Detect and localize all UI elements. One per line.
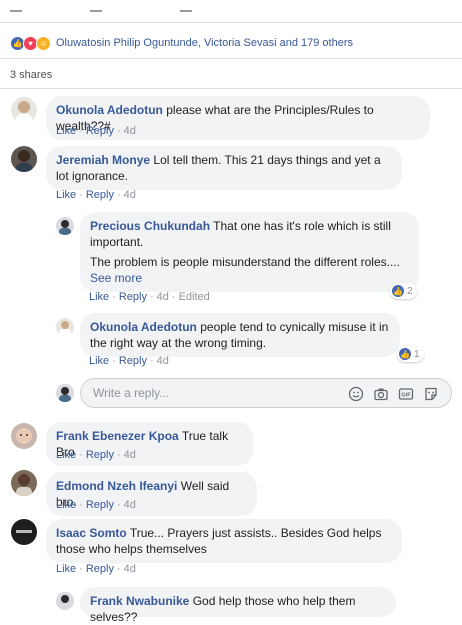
like-link[interactable]: Like <box>56 499 76 511</box>
avatar[interactable] <box>56 592 74 610</box>
commenter-name[interactable]: Jeremiah Monye <box>56 153 150 167</box>
comment-bubble: Isaac Somto True... Prayers just assists… <box>46 519 402 563</box>
share-action-icon[interactable] <box>180 2 192 12</box>
comment-time[interactable]: 4d <box>124 449 136 461</box>
reply-link[interactable]: Reply <box>119 355 147 367</box>
comment-time[interactable]: 4d <box>124 499 136 511</box>
reaction-count: 1 <box>414 348 420 360</box>
avatar[interactable] <box>56 217 74 235</box>
comment-actions: Like · Reply · 4d <box>56 449 136 461</box>
reaction-count: 2 <box>407 285 413 297</box>
comment-time[interactable]: 4d <box>157 291 169 303</box>
reply-composer[interactable]: GIF <box>80 378 452 408</box>
commenter-name[interactable]: Precious Chukundah <box>90 219 210 233</box>
gif-icon[interactable]: GIF <box>398 386 414 402</box>
like-link[interactable]: Like <box>89 291 109 303</box>
comment-bubble: Okunola Adedotun people tend to cynicall… <box>80 313 400 357</box>
like-link[interactable]: Like <box>56 125 76 137</box>
like-link[interactable]: Like <box>56 449 76 461</box>
like-icon: 👍 <box>399 348 411 360</box>
reactors-names[interactable]: Oluwatosin Philip Oguntunde, Victoria Se… <box>56 37 353 49</box>
comment-action-icon[interactable] <box>90 2 102 12</box>
edited-label[interactable]: Edited <box>179 291 210 303</box>
like-link[interactable]: Like <box>56 563 76 575</box>
like-icon: 👍 <box>392 285 404 297</box>
comment-time[interactable]: 4d <box>157 355 169 367</box>
reply-input[interactable] <box>91 385 335 401</box>
avatar[interactable] <box>11 519 37 545</box>
svg-text:GIF: GIF <box>401 393 411 399</box>
reply-link[interactable]: Reply <box>86 499 114 511</box>
divider <box>0 58 462 59</box>
comment-actions: Like · Reply · 4d <box>56 189 136 201</box>
comment-actions: Like · Reply · 4d · Edited <box>89 291 210 303</box>
avatar[interactable] <box>56 318 74 336</box>
commenter-name[interactable]: Okunola Adedotun <box>56 103 163 117</box>
comment-bubble: Jeremiah Monye Lol tell them. This 21 da… <box>46 146 402 190</box>
comment-time[interactable]: 4d <box>124 563 136 575</box>
comment-bubble: Precious Chukundah That one has it's rol… <box>80 212 419 292</box>
commenter-name[interactable]: Okunola Adedotun <box>90 320 197 334</box>
comment-actions: Like · Reply · 4d <box>56 563 136 575</box>
see-more-link[interactable]: See more <box>90 271 142 285</box>
commenter-name[interactable]: Isaac Somto <box>56 526 127 540</box>
avatar[interactable] <box>11 97 37 123</box>
avatar[interactable] <box>11 470 37 496</box>
camera-icon[interactable] <box>373 386 389 402</box>
reply-link[interactable]: Reply <box>86 563 114 575</box>
reaction-count-badge[interactable]: 👍 2 <box>390 283 417 299</box>
comment-time[interactable]: 4d <box>124 125 136 137</box>
reply-link[interactable]: Reply <box>86 125 114 137</box>
post-action-bar <box>0 0 462 23</box>
commenter-name[interactable]: Frank Ebenezer Kpoa <box>56 429 179 443</box>
reply-link[interactable]: Reply <box>86 189 114 201</box>
like-action-icon[interactable] <box>10 2 22 12</box>
reply-link[interactable]: Reply <box>86 449 114 461</box>
comment-actions: Like · Reply · 4d <box>89 355 169 367</box>
comment-actions: Like · Reply · 4d <box>56 125 136 137</box>
reactions-summary[interactable]: 👍 ♥ ☺ Oluwatosin Philip Oguntunde, Victo… <box>10 35 353 51</box>
reaction-count-badge[interactable]: 👍 1 <box>397 346 424 362</box>
like-link[interactable]: Like <box>89 355 109 367</box>
current-user-avatar <box>56 384 74 402</box>
haha-icon: ☺ <box>36 35 51 51</box>
commenter-name[interactable]: Frank Nwabunike <box>90 594 189 608</box>
comment-actions: Like · Reply · 4d <box>56 499 136 511</box>
shares-count[interactable]: 3 shares <box>10 69 52 81</box>
comment-bubble: Frank Nwabunike God help those who help … <box>80 587 396 624</box>
avatar[interactable] <box>11 146 37 172</box>
emoji-icon[interactable] <box>348 386 364 402</box>
comment-time[interactable]: 4d <box>124 189 136 201</box>
sticker-icon[interactable] <box>423 386 439 402</box>
comment-text-continued: The problem is people misunderstand the … <box>90 255 400 269</box>
like-link[interactable]: Like <box>56 189 76 201</box>
divider <box>0 88 462 89</box>
commenter-name[interactable]: Edmond Nzeh Ifeanyi <box>56 479 177 493</box>
reply-link[interactable]: Reply <box>119 291 147 303</box>
avatar[interactable] <box>11 423 37 449</box>
